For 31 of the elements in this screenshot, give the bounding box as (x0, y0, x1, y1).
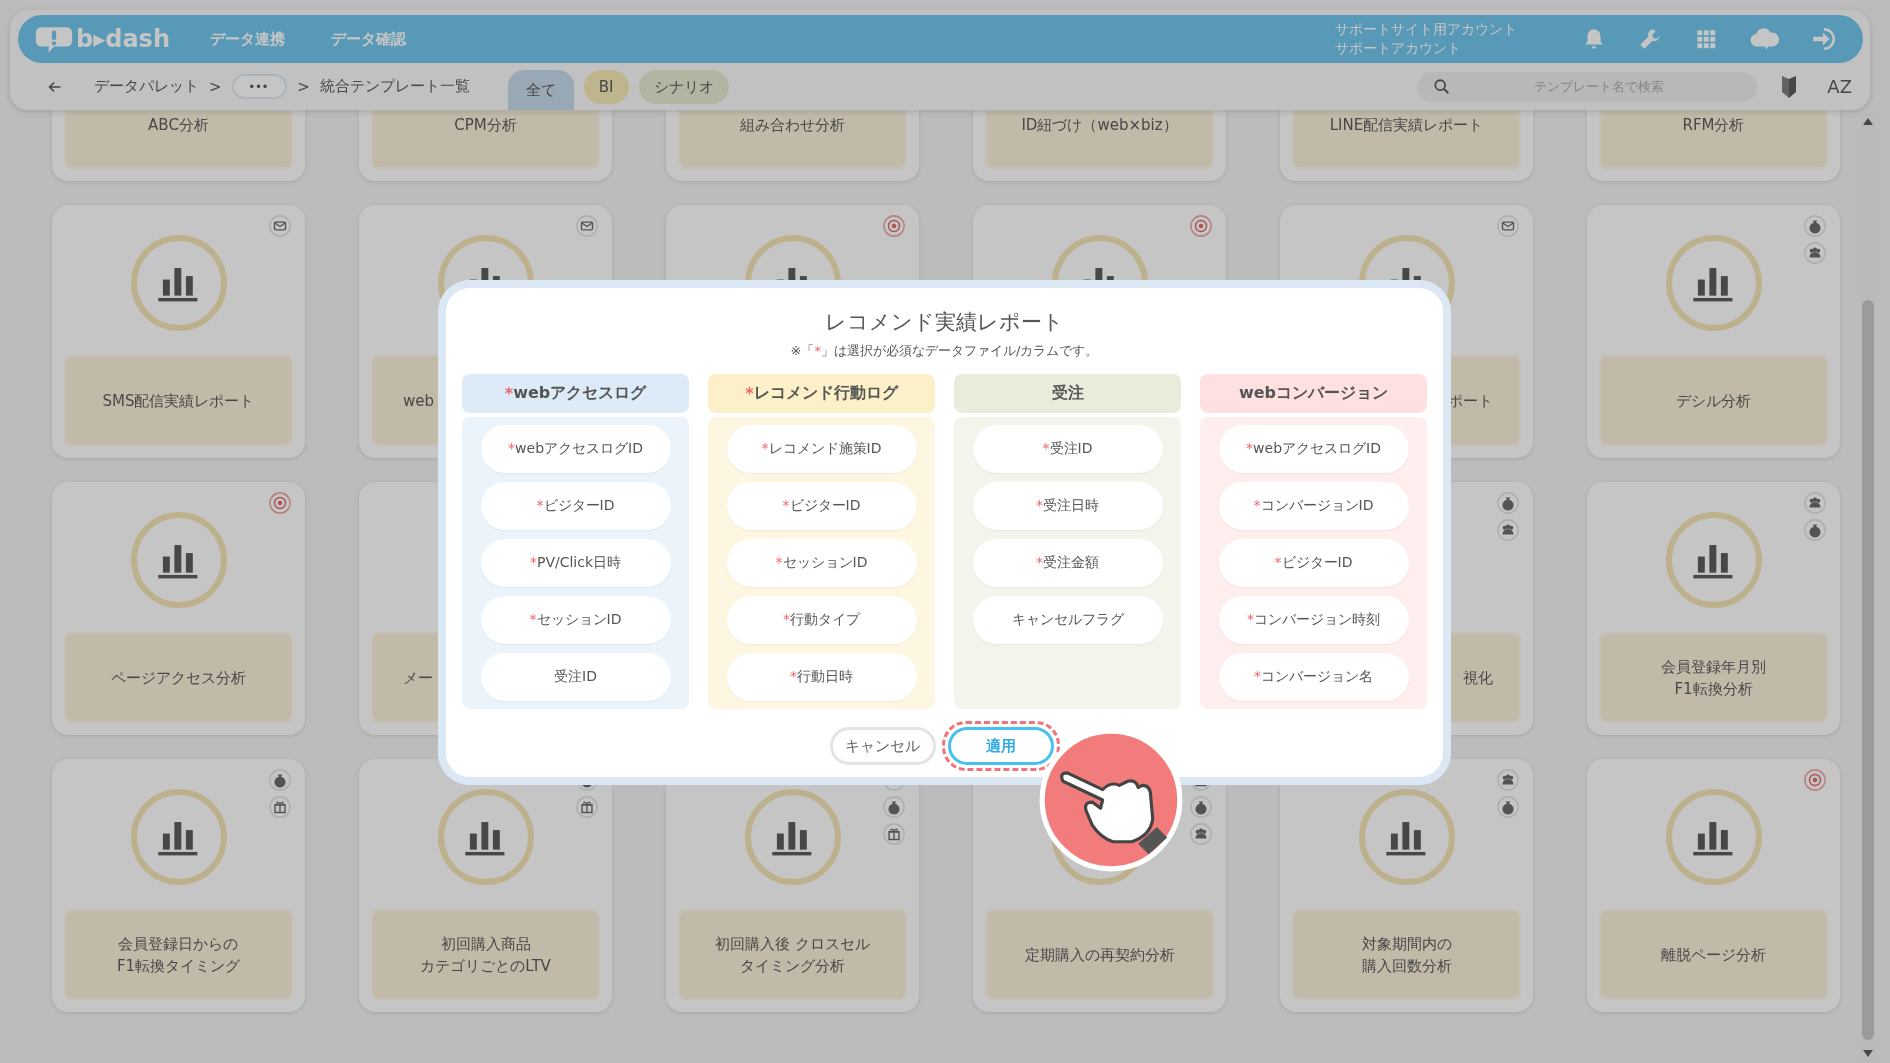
template-name: 対象期間内の 購入回数分析 (1361, 933, 1452, 977)
template-name: 離脱ページ分析 (1661, 944, 1766, 966)
template-name: 初回購入後 クロスセル タイミング分析 (715, 933, 870, 977)
dialog-title: レコメンド実績レポート (825, 309, 1064, 336)
breadcrumb-separator: > (209, 77, 222, 96)
template-name: 会員登録日からの F1転換タイミング (116, 933, 241, 977)
dialog-note: ※「*」は選択が必須なデータファイル/カラムです。 (790, 342, 1099, 360)
template-name: web (403, 390, 435, 412)
template-name: ABC分析 (148, 115, 209, 136)
template-name: デシル分析 (1676, 390, 1751, 412)
template-name: メー (403, 667, 433, 689)
column-header: 受注 (954, 374, 1181, 413)
template-name: 会員登録年月別 F1転換分析 (1661, 656, 1766, 700)
template-name: 視化 (1463, 667, 1493, 689)
template-name: 初回購入商品 カテゴリごとのLTV (420, 933, 551, 977)
template-name: LINE配信実績レポート (1329, 115, 1484, 136)
account-name: サポートサイト用アカウント (1335, 20, 1517, 39)
template-name: ページアクセス分析 (111, 667, 246, 689)
template-name: SMS配信実績レポート (102, 390, 255, 412)
template-name: CPM分析 (454, 115, 517, 136)
column-header: *レコメンド行動ログ (708, 374, 935, 413)
template-name: 定期購入の再契約分析 (1024, 944, 1175, 966)
template-name: ID紐づけ（web×biz） (1021, 115, 1178, 136)
account-name: サポートアカウント (1335, 39, 1462, 58)
column-header: webコンバージョン (1200, 374, 1427, 413)
logo-text: b▸dash (76, 25, 170, 53)
template-name: 組み合わせ分析 (740, 115, 845, 136)
template-name: RFM分析 (1682, 115, 1745, 136)
breadcrumb-current: 統合テンプレート一覧 (319, 77, 470, 96)
column-header: *webアクセスログ (462, 374, 689, 413)
breadcrumb-separator: > (297, 77, 310, 96)
